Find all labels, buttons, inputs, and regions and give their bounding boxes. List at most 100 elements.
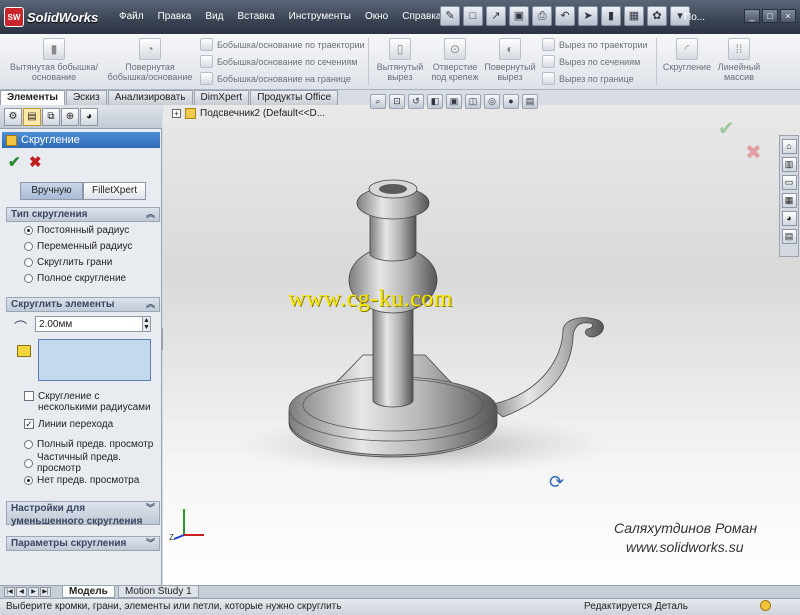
extrude-boss-button[interactable]: ▮ Вытянутая бобышка/основание: [6, 36, 102, 82]
items-to-fillet-group-header[interactable]: Скруглить элементы ︽: [6, 297, 160, 312]
edit-appearance-icon[interactable]: ●: [503, 94, 519, 109]
app-logo[interactable]: SW SolidWorks: [4, 6, 98, 28]
options-icon[interactable]: ▦: [624, 6, 644, 26]
appearances-icon[interactable]: ◕: [781, 211, 797, 226]
property-manager-icon[interactable]: ▤: [23, 108, 41, 126]
feature-tree-flyout[interactable]: + Подсвечник2 (Default<<D...: [172, 108, 325, 119]
custom-properties-icon[interactable]: ▤: [781, 229, 797, 244]
revolve-boss-label: Повернутая бобышка/основание: [107, 62, 193, 82]
no-preview-option[interactable]: Нет предв. просмотра: [24, 475, 139, 486]
tab-sketch[interactable]: Эскиз: [65, 90, 107, 105]
filletxpert-mode-button[interactable]: FilletXpert: [83, 182, 146, 200]
menu-window[interactable]: Окно: [358, 8, 395, 25]
boundary-boss-button[interactable]: Бобышка/основание на границе: [200, 72, 351, 85]
tab-office-products[interactable]: Продукты Office: [250, 90, 339, 105]
hole-wizard-button[interactable]: ⊙ Отверстие под крепеж: [429, 36, 481, 82]
confirm-check-icon[interactable]: ✔: [718, 116, 735, 141]
print-icon[interactable]: ⎙: [532, 6, 552, 26]
linear-pattern-button[interactable]: ⁞⁞ Линейный массив: [716, 36, 762, 82]
full-round-option[interactable]: Полное скругление: [24, 273, 126, 284]
app-name: SolidWorks: [27, 9, 99, 25]
multi-radius-checkbox[interactable]: Скругление с несколькими радиусами: [24, 391, 161, 413]
radio-icon: [24, 440, 33, 449]
option-label: Полное скругление: [37, 273, 127, 284]
new-file-icon[interactable]: □: [463, 6, 483, 26]
manager-tabs: ⚙ ▤ ⧉ ⊕ ◕: [0, 105, 162, 129]
open-file-icon[interactable]: ↗: [486, 6, 506, 26]
view-palette-icon[interactable]: ▦: [781, 193, 797, 208]
tab-model[interactable]: Модель: [62, 586, 115, 598]
ok-check-icon[interactable]: ✔: [8, 153, 21, 171]
maximize-icon[interactable]: □: [762, 9, 778, 23]
radius-spinner[interactable]: ▲ ▼: [142, 316, 151, 332]
section-view-icon[interactable]: ◧: [427, 94, 443, 109]
save-icon[interactable]: ▣: [509, 6, 529, 26]
first-tab-icon[interactable]: |◀: [4, 587, 15, 597]
rebuild-icon[interactable]: ▮: [601, 6, 621, 26]
solidworks-resources-icon[interactable]: ⌂: [781, 139, 797, 154]
loft-boss-icon: [200, 55, 213, 68]
select-icon[interactable]: ➤: [578, 6, 598, 26]
settings-icon[interactable]: ✿: [647, 6, 667, 26]
loft-boss-button[interactable]: Бобышка/основание по сечениям: [200, 55, 357, 68]
feature-tree-icon[interactable]: ⚙: [4, 108, 22, 126]
menu-insert[interactable]: Вставка: [230, 8, 281, 25]
menu-edit[interactable]: Правка: [151, 8, 199, 25]
previous-tab-icon[interactable]: ◀: [16, 587, 27, 597]
fillet-type-group-header[interactable]: Тип скругления ︽: [6, 207, 160, 222]
fillet-options-group-header[interactable]: Параметры скругления ︾: [6, 536, 160, 551]
menu-view[interactable]: Вид: [198, 8, 230, 25]
view-orientation-icon[interactable]: ▣: [446, 94, 462, 109]
candlestick-model: [233, 179, 613, 475]
linear-pattern-icon: ⁞⁞: [728, 38, 750, 60]
swept-cut-button[interactable]: Вырез по траектории: [542, 38, 648, 51]
tab-evaluate[interactable]: Анализировать: [107, 90, 193, 105]
loft-cut-button[interactable]: Вырез по сечениям: [542, 55, 640, 68]
dimxpert-manager-icon[interactable]: ⊕: [61, 108, 79, 126]
zoom-to-fit-icon[interactable]: ⌕: [370, 94, 386, 109]
tab-features[interactable]: Элементы: [0, 90, 65, 105]
configuration-manager-icon[interactable]: ⧉: [42, 108, 60, 126]
help-icon[interactable]: [760, 600, 771, 611]
face-fillet-option[interactable]: Скруглить грани: [24, 257, 112, 268]
full-preview-option[interactable]: Полный предв. просмотр: [24, 439, 153, 450]
extrude-cut-button[interactable]: ▯ Вытянутый вырез: [372, 36, 428, 82]
revolve-cut-button[interactable]: ◐ Повернутый вырез: [482, 36, 538, 82]
undo-icon[interactable]: ↶: [555, 6, 575, 26]
display-style-icon[interactable]: ◫: [465, 94, 481, 109]
fillet-button[interactable]: ◜ Скругление: [658, 36, 716, 72]
graphics-area[interactable]: [163, 105, 800, 585]
partial-preview-option[interactable]: Частичный предв. просмотр: [24, 452, 144, 474]
zoom-area-icon[interactable]: ⊡: [389, 94, 405, 109]
constant-radius-option[interactable]: Постоянный радиус: [24, 225, 129, 236]
setback-group-header[interactable]: Настройки для уменьшенного скругления ︾: [6, 501, 160, 527]
fillet-mode-switch: Вручную FilletXpert: [20, 182, 146, 200]
confirm-cancel-icon[interactable]: ✖: [745, 140, 762, 165]
radius-input[interactable]: 2.00мм: [35, 316, 143, 332]
variable-radius-option[interactable]: Переменный радиус: [24, 241, 132, 252]
tab-dimxpert[interactable]: DimXpert: [193, 90, 250, 105]
minimize-icon[interactable]: _: [744, 9, 760, 23]
fillet-type-label: Тип скругления: [11, 209, 88, 220]
pin-icon[interactable]: ✎: [440, 6, 460, 26]
manual-mode-button[interactable]: Вручную: [20, 182, 83, 200]
menu-tools[interactable]: Инструменты: [282, 8, 358, 25]
revolve-boss-button[interactable]: ◔ Повернутая бобышка/основание: [104, 36, 196, 82]
last-tab-icon[interactable]: ▶|: [40, 587, 51, 597]
close-icon[interactable]: ×: [780, 9, 796, 23]
apply-scene-icon[interactable]: ▤: [522, 94, 538, 109]
hide-show-items-icon[interactable]: ◎: [484, 94, 500, 109]
boundary-cut-button[interactable]: Вырез по границе: [542, 72, 634, 85]
file-explorer-icon[interactable]: ▭: [781, 175, 797, 190]
next-tab-icon[interactable]: ▶: [28, 587, 39, 597]
menu-file[interactable]: Файл: [112, 8, 151, 25]
swept-boss-button[interactable]: Бобышка/основание по траектории: [200, 38, 365, 51]
radio-icon: [24, 274, 33, 283]
cancel-x-icon[interactable]: ✖: [29, 153, 42, 171]
display-manager-icon[interactable]: ◕: [80, 108, 98, 126]
edges-selection-box[interactable]: [38, 339, 151, 381]
tab-motion-study[interactable]: Motion Study 1: [118, 586, 199, 598]
previous-view-icon[interactable]: ↺: [408, 94, 424, 109]
design-library-icon[interactable]: ▥: [781, 157, 797, 172]
tangent-propagation-checkbox[interactable]: ✓ Линии перехода: [24, 419, 113, 430]
